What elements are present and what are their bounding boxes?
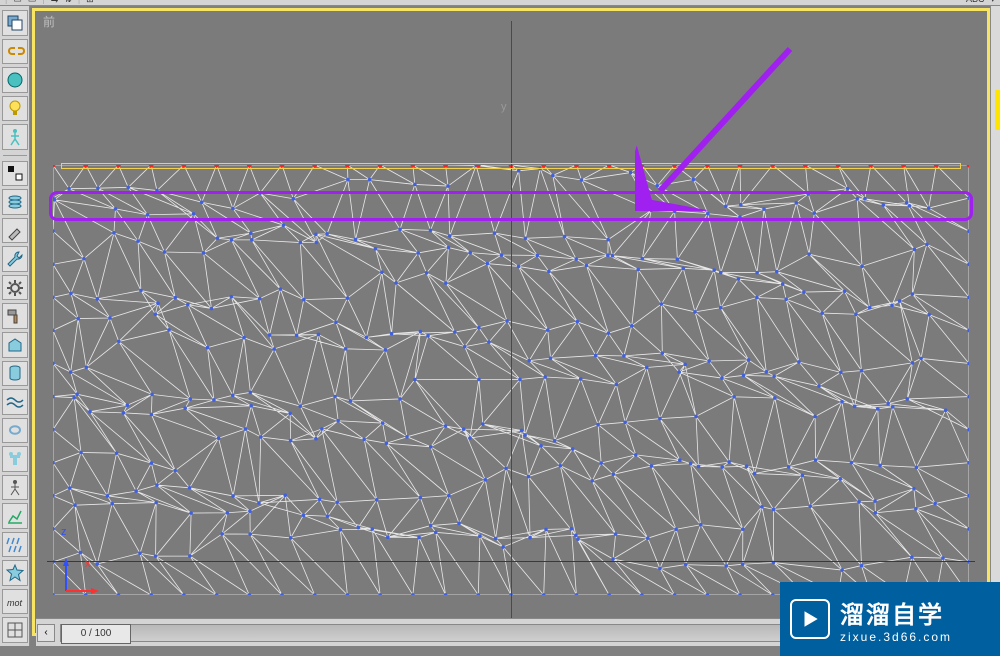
watermark-title: 溜溜自学: [840, 595, 952, 630]
tool-bones[interactable]: [2, 446, 28, 472]
tool-grid[interactable]: [2, 617, 28, 643]
timeline-handle[interactable]: 0 / 100: [61, 624, 131, 644]
tool-figure[interactable]: [2, 124, 28, 150]
viewport-label: 前: [43, 13, 55, 30]
tool-layers[interactable]: [2, 161, 28, 187]
tool-star[interactable]: [2, 560, 28, 586]
tool-wrench[interactable]: [2, 246, 28, 272]
play-icon: [790, 599, 830, 639]
watermark: 溜溜自学 zixue.3d66.com: [780, 582, 1000, 656]
world-axis-x: [47, 561, 975, 562]
object-bounds: [61, 163, 961, 169]
axis-y-label: y: [501, 101, 507, 113]
tool-brush[interactable]: [2, 218, 28, 244]
tool-hammer[interactable]: [2, 303, 28, 329]
tool-copy[interactable]: [2, 10, 28, 36]
tool-sphere[interactable]: [2, 67, 28, 93]
tool-bevel[interactable]: [2, 332, 28, 358]
tool-loop[interactable]: [2, 418, 28, 444]
tool-stack[interactable]: [2, 189, 28, 215]
tool-link[interactable]: [2, 39, 28, 65]
timeline-prev-button[interactable]: ‹: [37, 624, 55, 642]
svg-text:mot: mot: [7, 598, 23, 608]
tool-waves[interactable]: [2, 389, 28, 415]
gizmo-x-label: x: [85, 558, 91, 570]
tool-gear[interactable]: [2, 275, 28, 301]
watermark-url: zixue.3d66.com: [840, 630, 952, 644]
tool-cylinder[interactable]: [2, 361, 28, 387]
tool-mot[interactable]: mot: [2, 589, 28, 615]
viewport-front[interactable]: 前 y: [32, 8, 990, 636]
tool-chart[interactable]: [2, 503, 28, 529]
viewport-area: 前 y: [30, 6, 1000, 646]
gizmo-z-label: z: [61, 526, 67, 538]
panel-highlight: [995, 90, 1000, 130]
tool-bulb[interactable]: [2, 96, 28, 122]
tool-rain[interactable]: [2, 532, 28, 558]
tool-motion[interactable]: [2, 475, 28, 501]
world-axis-y: [511, 21, 512, 623]
toolbar-separator: [3, 155, 27, 157]
left-toolbar: mot: [0, 6, 30, 646]
view-gizmo: z x: [61, 556, 101, 599]
